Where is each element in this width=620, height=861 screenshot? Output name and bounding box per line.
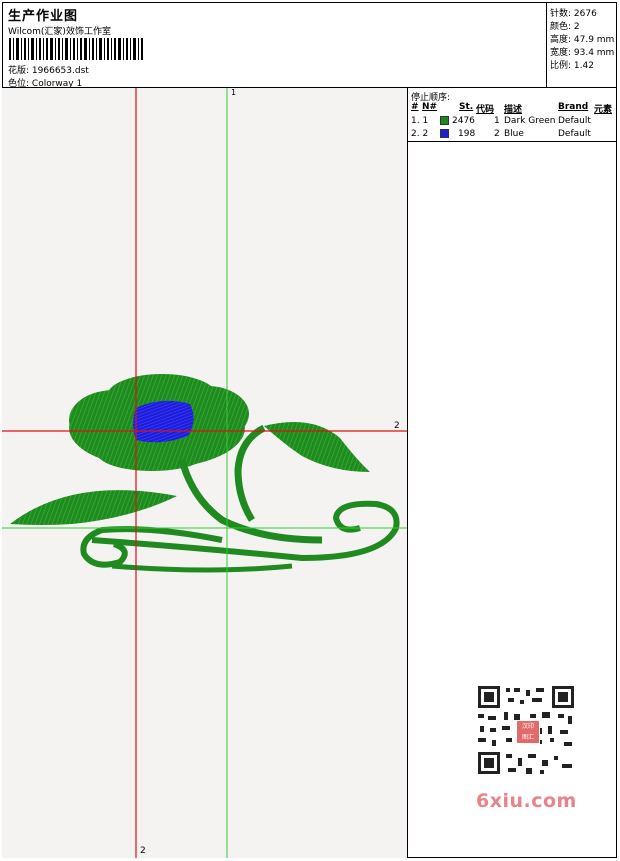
row-description: Blue <box>504 129 524 139</box>
guide-label-bottom: 2 <box>140 846 146 856</box>
row-stitches: 198 <box>458 129 476 139</box>
stats-box: 针数: 2676 颜色: 2 高度: 47.9 mm 宽度: 93.4 mm 比… <box>546 2 617 88</box>
col-index: # <box>411 102 419 112</box>
left-leaf <box>10 490 177 525</box>
design-width: 宽度: 93.4 mm <box>550 48 615 58</box>
stitch-count: 针数: 2676 <box>550 9 597 19</box>
row-brand: Default <box>558 116 591 126</box>
col-description: 描述 <box>504 105 523 115</box>
stop-sequence-panel: 停止顺序: # N# St. 代码 描述 Brand 元素 1. 1 2476 … <box>408 88 617 142</box>
guide-label-top: 1 <box>231 88 237 97</box>
design-canvas: 1 2 2 <box>2 88 408 858</box>
design-height: 高度: 47.9 mm <box>550 35 615 45</box>
design-scale: 比例: 1.42 <box>550 61 594 71</box>
design-label: 花版: <box>8 66 30 76</box>
row-index: 2. 2 <box>411 129 429 139</box>
lower-swirl <box>111 563 293 573</box>
design-value: 1966653.dst <box>31 66 89 76</box>
col-code: 代码 <box>476 105 495 115</box>
col-brand: Brand <box>558 102 589 112</box>
color-swatch-blue <box>440 129 449 138</box>
row-index: 1. 1 <box>411 116 429 126</box>
row-code: 1 <box>494 116 500 126</box>
row-brand: Default <box>558 129 591 139</box>
embroidery-preview <box>2 88 407 858</box>
flower-center <box>133 400 194 443</box>
row-code: 2 <box>494 129 500 139</box>
watermark-logo: 6xiu.com <box>476 790 577 812</box>
design-file-row: 花版: 1966653.dst <box>8 63 89 76</box>
col-needle: N# <box>422 102 438 112</box>
barcode <box>9 38 143 60</box>
right-leaf <box>264 422 370 472</box>
col-stitches: St. <box>459 102 474 112</box>
row-description: Dark Green <box>504 116 556 126</box>
color-count: 颜色: 2 <box>550 22 580 32</box>
color-swatch-green <box>440 116 449 125</box>
row-stitches: 2476 <box>452 116 475 126</box>
col-element: 元素 <box>594 105 613 115</box>
page-title: 生产作业图 <box>8 9 79 24</box>
sheet-header: 生产作业图 Wilcom(汇家)效饰工作室 花版: 1966653.dst 色位… <box>2 2 617 89</box>
guide-label-right: 2 <box>394 421 400 431</box>
watermark-seal: 汉印 图汇 <box>516 720 540 744</box>
studio-name: Wilcom(汇家)效饰工作室 <box>8 27 111 37</box>
tendril <box>234 424 266 522</box>
